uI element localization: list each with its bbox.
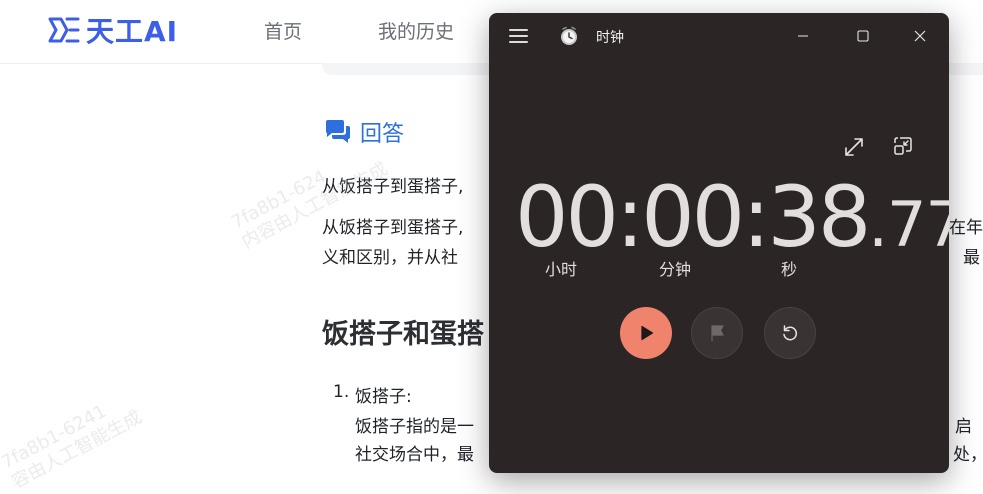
compact-overlay-icon[interactable]	[892, 135, 914, 157]
section-title: 饭搭子和蛋搭	[322, 319, 484, 350]
logo-icon	[48, 17, 80, 43]
reset-icon	[783, 325, 798, 341]
minutes-label: 分钟	[659, 260, 692, 279]
fraction-value: 77	[887, 188, 949, 261]
hours-value: 00	[515, 168, 619, 266]
list-item-body-line2: 社交场合中，最	[355, 445, 474, 465]
maximize-button[interactable]	[843, 21, 883, 51]
start-button[interactable]	[620, 307, 672, 359]
list-item-body-right: 启	[955, 417, 972, 437]
watermark: 7fa8b1-6241 容由人工智能生成	[0, 387, 146, 493]
chat-bubbles-icon	[326, 120, 350, 143]
close-button[interactable]	[900, 21, 940, 51]
expand-icon[interactable]	[843, 136, 865, 158]
seconds-value: 38	[767, 168, 871, 266]
flag-icon	[711, 325, 724, 341]
title-bar[interactable]: 时钟	[489, 13, 949, 61]
reset-button[interactable]	[764, 307, 816, 359]
answer-paragraph-2-line2: 义和区别，并从社	[322, 248, 458, 268]
list-item-number: 1.	[333, 382, 350, 402]
stopwatch-time: 00:00:38.77	[515, 167, 949, 275]
hamburger-menu-icon[interactable]	[509, 29, 528, 43]
lap-button[interactable]	[691, 307, 743, 359]
list-item-body: 饭搭子指的是一	[355, 417, 474, 437]
minutes-value: 00	[641, 168, 745, 266]
list-item-body-line2-right: 处，纷	[953, 445, 983, 465]
play-icon	[641, 325, 654, 341]
seconds-label: 秒	[781, 260, 798, 279]
app-title: 时钟	[596, 30, 624, 46]
answer-paragraph-2-line2-right: 最	[963, 248, 980, 268]
maximize-icon	[857, 30, 869, 42]
list-item-title: 饭搭子:	[355, 387, 412, 407]
nav-home[interactable]: 首页	[264, 17, 302, 44]
answer-paragraph-2-right: 在年	[949, 218, 983, 238]
logo-text: 天工AI	[86, 15, 179, 48]
close-icon	[914, 30, 926, 42]
clock-app-window: 时钟 00:00:38.77 小时 分钟 秒	[489, 13, 949, 473]
nav-history[interactable]: 我的历史	[378, 17, 454, 44]
minimize-icon	[798, 35, 808, 37]
site-logo[interactable]: 天工AI	[48, 12, 178, 48]
clock-app-icon	[561, 26, 577, 45]
minimize-button[interactable]	[783, 21, 823, 51]
answer-paragraph-2: 从饭搭子到蛋搭子,	[322, 218, 464, 238]
hours-label: 小时	[545, 260, 578, 279]
